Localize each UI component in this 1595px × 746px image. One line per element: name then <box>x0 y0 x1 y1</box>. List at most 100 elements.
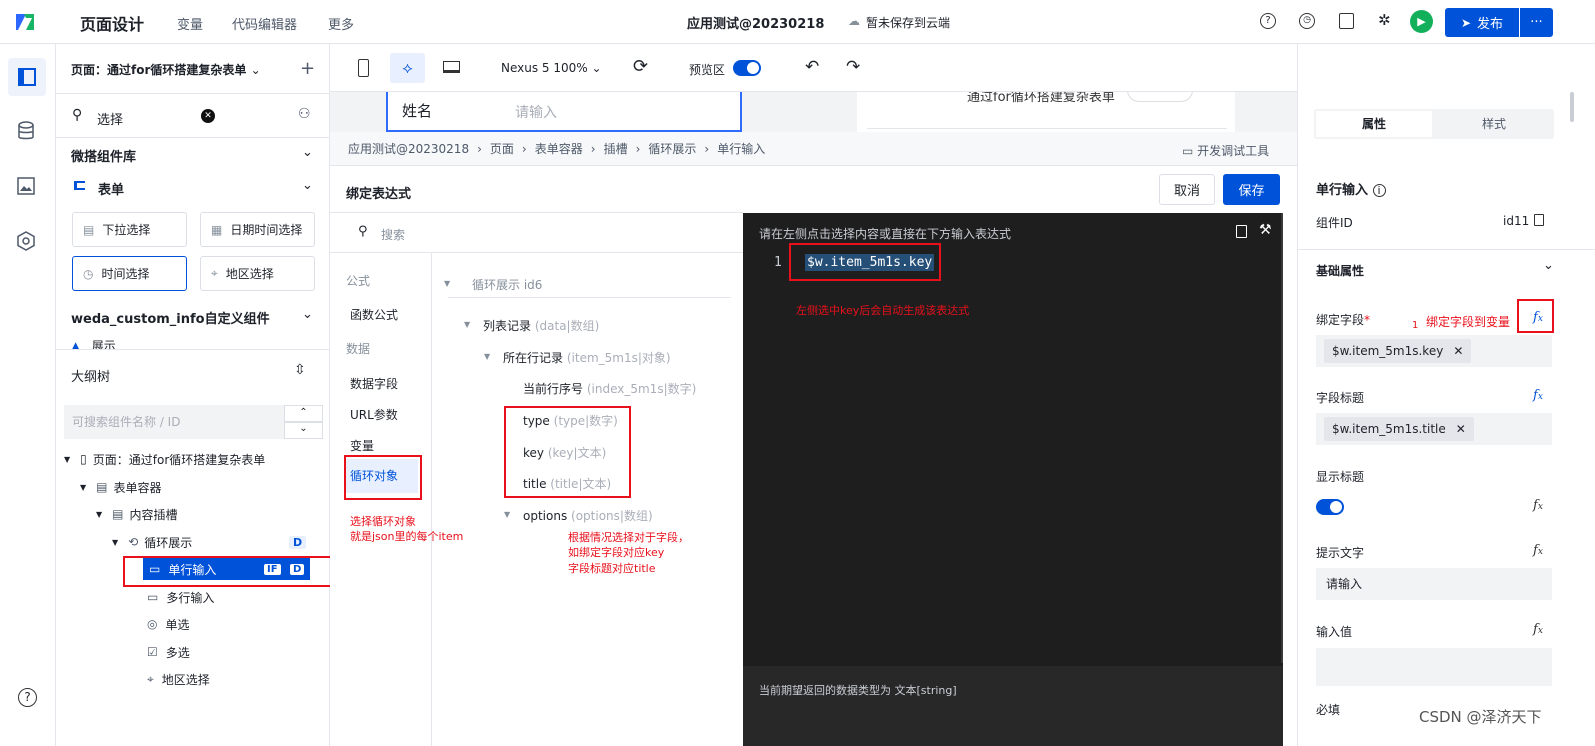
show-title-toggle[interactable] <box>1316 499 1344 515</box>
tree-label: 循环展示 <box>144 535 193 550</box>
page-icon: ▯ <box>80 452 87 466</box>
chevron-down-icon[interactable]: ⌄ <box>302 307 313 322</box>
devtools-button[interactable]: ▭ 开发调试工具 <box>1182 142 1269 159</box>
menu-more[interactable]: 更多 <box>328 14 354 33</box>
clear-icon[interactable]: ✕ <box>201 109 215 123</box>
outline-up-button[interactable]: ⌃ <box>284 405 323 422</box>
breadcrumb-item[interactable]: 循环展示 <box>648 140 696 157</box>
nav-variable[interactable]: 变量 <box>350 437 374 454</box>
watermark: CSDN @泽济天下 <box>1419 708 1542 726</box>
caret-down-icon[interactable]: ▼ <box>444 279 450 288</box>
comp-region[interactable]: ⌖ 地区选择 <box>200 256 315 291</box>
breadcrumb-item[interactable]: 插槽 <box>604 140 628 157</box>
debug-icon[interactable]: ✲ <box>1378 11 1391 29</box>
rail-database-icon[interactable] <box>17 121 35 144</box>
responsive-icon[interactable]: ⟡ <box>390 53 425 83</box>
history-icon[interactable]: ◷ <box>1299 13 1315 29</box>
breadcrumb-item[interactable]: 单行输入 <box>717 140 765 157</box>
cancel-button[interactable]: 取消 <box>1159 174 1215 205</box>
breadcrumb-item[interactable]: 页面 <box>490 140 514 157</box>
input-value-field[interactable] <box>1316 648 1552 686</box>
desktop-icon[interactable] <box>443 61 460 73</box>
lib-title[interactable]: 微搭组件库 <box>71 146 136 165</box>
hint-input[interactable]: 请输入 <box>1316 568 1552 600</box>
var-root[interactable]: 循环展示 id6 <box>472 276 542 293</box>
chevron-down-icon[interactable]: ⌄ <box>1543 258 1554 273</box>
bind-field-input[interactable]: $w.item_5m1s.key ✕ <box>1316 335 1552 367</box>
caret-down-icon[interactable]: ▼ <box>464 320 470 329</box>
tree-node-page[interactable]: ▼ ▯ 页面：通过for循环搭建复杂表单 <box>64 447 265 471</box>
save-icon[interactable] <box>1339 13 1354 29</box>
publish-button[interactable]: ➤ 发布 <box>1445 8 1519 37</box>
tree-node-checkbox[interactable]: ☑ 多选 <box>147 640 190 664</box>
tab-properties[interactable]: 属性 <box>1316 111 1432 137</box>
tree-node-textarea[interactable]: ▭ 多行输入 <box>147 585 214 609</box>
copy-icon[interactable] <box>1534 214 1544 226</box>
comp-datetime[interactable]: ▦ 日期时间选择 <box>200 212 315 247</box>
caret-down-icon[interactable]: ▼ <box>504 510 510 519</box>
title-field-input[interactable]: $w.item_5m1s.title ✕ <box>1316 413 1552 445</box>
tree-node-region[interactable]: ⌖ 地区选择 <box>147 667 210 691</box>
basic-props-title[interactable]: 基础属性 <box>1316 262 1364 279</box>
title-fx-icon[interactable]: fx <box>1533 388 1543 403</box>
refresh-icon[interactable]: ⟳ <box>633 56 648 77</box>
help-icon[interactable]: ? <box>1260 13 1276 29</box>
outline-search-input[interactable]: 可搜索组件名称 / ID <box>64 405 284 439</box>
devtools-icon: ▭ <box>1182 144 1194 158</box>
rail-help-icon[interactable]: ? <box>18 688 37 707</box>
show-title-fx-icon[interactable]: fx <box>1533 498 1543 513</box>
chevron-down-icon[interactable]: ⌄ <box>302 145 313 160</box>
caret-down-icon[interactable]: ▼ <box>484 352 490 361</box>
copy-icon[interactable] <box>1236 225 1247 238</box>
outline-down-button[interactable]: ⌄ <box>284 422 323 439</box>
nav-url-param[interactable]: URL参数 <box>350 406 398 423</box>
tree-node-radio[interactable]: ◎ 单选 <box>147 612 190 636</box>
close-icon[interactable]: ✕ <box>1453 344 1463 358</box>
tree-node-loop[interactable]: ▼ ⟲ 循环展示 D <box>112 530 310 554</box>
device-select[interactable]: Nexus 5 100% ⌄ <box>501 61 602 75</box>
tree-node-slot[interactable]: ▼ ▤ 内容插槽 <box>96 502 178 526</box>
top-bar: 页面设计 变量 代码编辑器 更多 应用测试@20230218 ☁ 暂未保存到云端… <box>0 0 1595 44</box>
custom-lib-title[interactable]: weda_custom_info自定义组件 <box>71 308 270 327</box>
publish-more-button[interactable]: ··· <box>1520 8 1553 37</box>
menu-variables[interactable]: 变量 <box>177 14 203 33</box>
rail-pages-icon[interactable] <box>8 58 46 96</box>
var-search-input[interactable]: 搜索 <box>381 226 405 243</box>
undo-icon[interactable]: ↶ <box>805 57 819 77</box>
info-icon[interactable]: i <box>1372 184 1386 197</box>
var-index[interactable]: 当前行序号 (index_5m1s|数字) <box>523 380 696 397</box>
comp-time[interactable]: ◷ 时间选择 <box>72 256 187 291</box>
format-brush-icon[interactable]: ⚒ <box>1259 222 1272 238</box>
add-page-icon[interactable]: + <box>300 58 315 79</box>
form-group-title[interactable]: 表单 <box>98 179 124 198</box>
breadcrumb-item[interactable]: 表单容器 <box>535 140 583 157</box>
nav-data-field[interactable]: 数据字段 <box>350 375 398 392</box>
mobile-icon[interactable] <box>358 59 369 77</box>
var-list[interactable]: 列表记录 (data|数组) <box>483 317 599 334</box>
chevron-down-icon[interactable]: ⌄ <box>302 178 313 193</box>
menu-code-editor[interactable]: 代码编辑器 <box>232 14 297 33</box>
tab-style[interactable]: 样式 <box>1436 111 1552 137</box>
var-row[interactable]: 所在行记录 (item_5m1s|对象) <box>503 349 671 366</box>
comp-dropdown[interactable]: ▤ 下拉选择 <box>72 212 187 247</box>
breadcrumb-item[interactable]: 应用测试@20230218 <box>348 140 469 157</box>
var-options[interactable]: options (options|数组) <box>523 507 653 524</box>
rail-settings-icon[interactable] <box>17 231 35 254</box>
hint-fx-icon[interactable]: fx <box>1533 543 1543 558</box>
field-preview[interactable]: 姓名 请输入 <box>386 92 742 132</box>
expand-collapse-icon[interactable]: ⇳ <box>294 362 306 378</box>
save-button[interactable]: 保存 <box>1223 174 1280 205</box>
nav-function[interactable]: 函数公式 <box>350 306 398 323</box>
expression-editor[interactable]: 请在左侧点击选择内容或直接在下方输入表达式 ⚒ 1 $w.item_5m1s.k… <box>743 213 1283 746</box>
tree-label: 地区选择 <box>161 672 210 687</box>
page-select[interactable]: 页面：通过for循环搭建复杂表单 ⌄ <box>71 61 261 78</box>
redo-icon[interactable]: ↷ <box>846 57 860 77</box>
tree-node-form-container[interactable]: ▼ ▤ 表单容器 <box>80 475 162 499</box>
preview-play-icon[interactable]: ▶ <box>1410 10 1433 33</box>
close-icon[interactable]: ✕ <box>1456 422 1466 436</box>
input-value-fx-icon[interactable]: fx <box>1533 622 1543 637</box>
component-search-input[interactable]: 选择 <box>97 109 123 128</box>
preview-toggle[interactable] <box>733 60 761 76</box>
rail-image-icon[interactable] <box>17 177 35 198</box>
component-tree-icon[interactable]: ⚇ <box>298 106 311 122</box>
